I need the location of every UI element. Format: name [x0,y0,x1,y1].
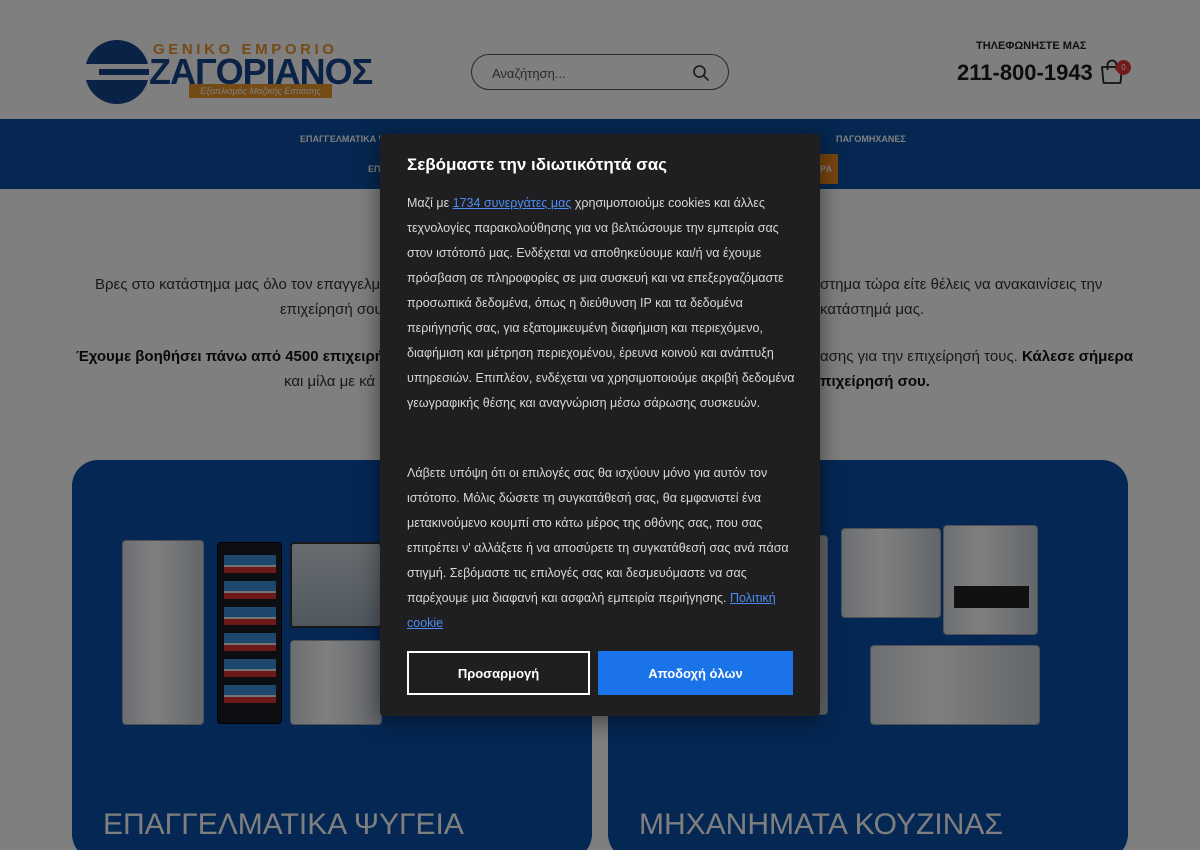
partners-link[interactable]: 1734 συνεργάτες μας [453,196,572,210]
cookie-consent-dialog: Σεβόμαστε την ιδιωτικότητά σας Μαζί με 1… [380,134,820,716]
accept-all-button[interactable]: Αποδοχή όλων [598,651,793,695]
cookie-text-prefix: Μαζί με [407,196,453,210]
cookie-dialog-title: Σεβόμαστε την ιδιωτικότητά σας [407,155,667,174]
cookie-notice-text: Λάβετε υπόψη ότι οι επιλογές σας θα ισχύ… [407,466,789,605]
cookie-text-body: χρησιμοποιούμε cookies και άλλες τεχνολο… [407,196,795,410]
cookie-description: Μαζί με 1734 συνεργάτες μας χρησιμοποιού… [407,191,799,416]
customize-button[interactable]: Προσαρμογή [407,651,590,695]
cookie-notice: Λάβετε υπόψη ότι οι επιλογές σας θα ισχύ… [407,461,799,636]
